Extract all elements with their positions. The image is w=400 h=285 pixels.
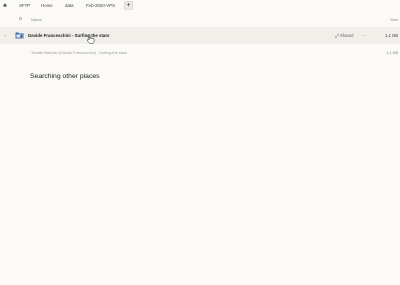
add-button[interactable]: + — [124, 0, 133, 10]
select-all-checkbox[interactable] — [18, 16, 23, 21]
cursor-icon — [87, 34, 95, 44]
shared-label: Shared — [340, 33, 354, 39]
breadcrumb-item-sftp[interactable]: SFTP — [19, 3, 30, 8]
row-name[interactable]: Davide Franceschini - Surfing the stars — [28, 33, 110, 38]
star-icon[interactable]: ✦ — [4, 33, 7, 38]
file-browser: SFTP Home data Feb-2020-VPS + Name Size … — [0, 0, 400, 285]
list-header — [0, 13, 400, 25]
table-row[interactable]: ✦ Davide Franceschini - Surfing the star… — [0, 27, 400, 44]
nested-path-size: 1.1 GB — [386, 51, 398, 55]
breadcrumb-item-data[interactable]: data — [65, 3, 74, 8]
nested-path-row[interactable]: / Beatle Watcher (Davide Franceschini) -… — [0, 48, 400, 58]
breadcrumb-item-current[interactable]: Feb-2020-VPS — [86, 3, 115, 8]
column-header-name[interactable]: Name — [31, 17, 42, 22]
folder-icon — [15, 32, 24, 39]
link-icon — [335, 33, 339, 38]
breadcrumb-item-home[interactable]: Home — [41, 3, 53, 8]
search-other-places-heading: Searching other places — [30, 73, 100, 80]
shared-badge[interactable]: Shared — [335, 33, 354, 38]
column-header-size[interactable]: Size — [390, 17, 398, 22]
nested-path-text[interactable]: / Beatle Watcher (Davide Franceschini) -… — [30, 51, 127, 55]
more-icon[interactable]: ··· — [362, 33, 366, 39]
breadcrumb: SFTP Home data Feb-2020-VPS + — [0, 0, 400, 11]
row-size: 1.1 GB — [384, 33, 398, 39]
home-icon[interactable] — [3, 2, 7, 7]
